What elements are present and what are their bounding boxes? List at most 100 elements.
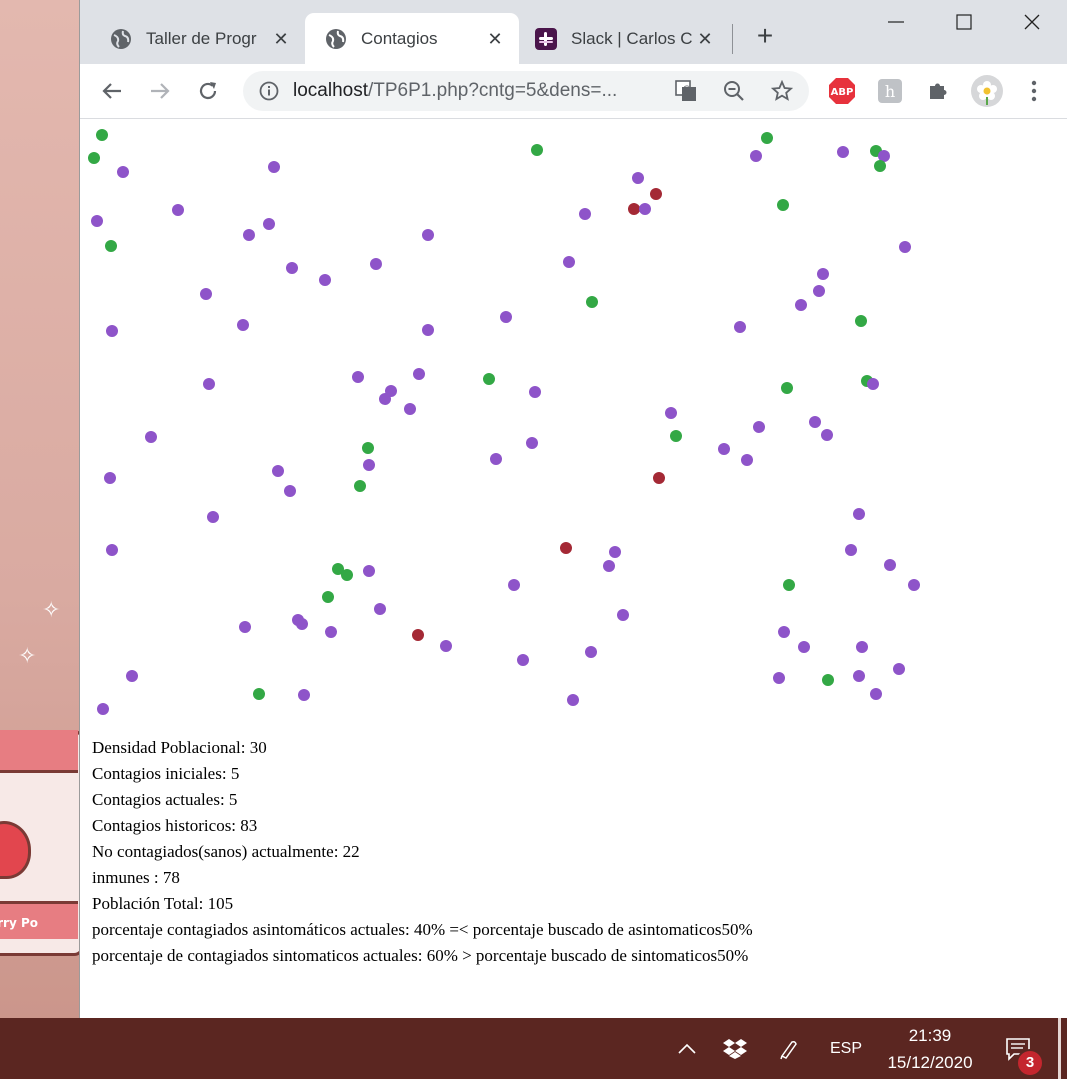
stat-poblacion-total: Población Total: 105 xyxy=(92,894,234,913)
person-dot-sano xyxy=(352,371,364,383)
bookmark-button[interactable] xyxy=(767,76,797,106)
person-dot-inmune xyxy=(96,129,108,141)
menu-kebab-icon xyxy=(1031,80,1037,102)
zoom-button[interactable] xyxy=(719,76,749,106)
person-dot-sano xyxy=(200,288,212,300)
extensions-button[interactable] xyxy=(923,76,953,106)
show-hidden-icons-button[interactable] xyxy=(670,1018,704,1079)
person-dot-sano xyxy=(145,431,157,443)
zoom-out-icon xyxy=(724,81,744,101)
person-dot-sano xyxy=(490,453,502,465)
tab-separator xyxy=(732,24,733,54)
stat-densidad: Densidad Poblacional: 30 xyxy=(92,738,267,757)
translate-button[interactable]: G xyxy=(671,76,701,106)
sparkle-icon: ✧ xyxy=(18,644,37,669)
person-dot-inmune xyxy=(586,296,598,308)
taskbar-clock[interactable]: 21:39 15/12/2020 xyxy=(876,1018,984,1079)
person-dot-inmune xyxy=(531,144,543,156)
person-dot-sano xyxy=(867,378,879,390)
person-dot-sano xyxy=(413,368,425,380)
person-dot-sano xyxy=(126,670,138,682)
person-dot-sano xyxy=(567,694,579,706)
person-dot-sano xyxy=(884,559,896,571)
person-dot-contagiado xyxy=(650,188,662,200)
person-dot-sano xyxy=(296,618,308,630)
honey-extension-button[interactable]: h xyxy=(875,76,905,106)
person-dot-sano xyxy=(268,161,280,173)
person-dot-sano xyxy=(609,546,621,558)
person-dot-inmune xyxy=(874,160,886,172)
show-desktop-button[interactable] xyxy=(1058,1018,1061,1079)
simulation-canvas xyxy=(88,129,920,715)
url-text[interactable]: localhost/TP6P1.php?cntg=5&dens=... xyxy=(293,71,623,111)
person-dot-sano xyxy=(286,262,298,274)
minimize-button[interactable] xyxy=(862,0,930,44)
info-icon[interactable] xyxy=(259,81,279,101)
stat-sintomaticos: porcentaje de contagiados sintomaticos a… xyxy=(92,946,749,965)
person-dot-inmune xyxy=(783,579,795,591)
person-dot-sano xyxy=(508,579,520,591)
person-dot-sano xyxy=(363,565,375,577)
adblock-button[interactable]: ABP xyxy=(827,76,857,106)
maximize-button[interactable] xyxy=(930,0,998,44)
person-dot-sano xyxy=(632,172,644,184)
person-dot-inmune xyxy=(777,199,789,211)
profile-avatar-button[interactable] xyxy=(970,74,1004,108)
person-dot-sano xyxy=(526,437,538,449)
browser-menu-button[interactable] xyxy=(1019,76,1049,106)
person-dot-sano xyxy=(117,166,129,178)
person-dot-sano xyxy=(718,443,730,455)
reload-button[interactable] xyxy=(190,73,226,109)
person-dot-sano xyxy=(272,465,284,477)
adblock-icon: ABP xyxy=(829,78,855,104)
url-host: localhost xyxy=(293,80,368,101)
person-dot-sano xyxy=(893,663,905,675)
person-dot-sano xyxy=(813,285,825,297)
person-dot-contagiado xyxy=(560,542,572,554)
person-dot-sano xyxy=(440,640,452,652)
adblock-label: ABP xyxy=(831,87,854,98)
tab-taller[interactable]: Taller de Progr ✕ xyxy=(80,13,305,64)
browser-toolbar: localhost/TP6P1.php?cntg=5&dens=... G AB… xyxy=(80,64,1067,119)
person-dot-sano xyxy=(908,579,920,591)
person-dot-sano xyxy=(517,654,529,666)
person-dot-sano xyxy=(237,319,249,331)
person-dot-inmune xyxy=(105,240,117,252)
tab-contagios[interactable]: Contagios ✕ xyxy=(305,13,519,64)
close-icon[interactable]: ✕ xyxy=(485,29,505,49)
back-button[interactable] xyxy=(94,73,130,109)
close-window-button[interactable] xyxy=(998,0,1066,44)
person-dot-sano xyxy=(665,407,677,419)
person-dot-inmune xyxy=(483,373,495,385)
person-dot-sano xyxy=(374,603,386,615)
pen-tray-button[interactable] xyxy=(772,1018,806,1079)
forward-button[interactable] xyxy=(142,73,178,109)
address-bar[interactable]: localhost/TP6P1.php?cntg=5&dens=... G xyxy=(243,71,809,111)
new-tab-button[interactable]: + xyxy=(751,22,779,50)
language-indicator[interactable]: ESP xyxy=(824,1018,868,1079)
person-dot-sano xyxy=(422,229,434,241)
person-dot-inmune xyxy=(822,674,834,686)
person-dot-sano xyxy=(585,646,597,658)
page-viewport: Densidad Poblacional: 30 Contagios inici… xyxy=(80,119,1067,1018)
person-dot-sano xyxy=(795,299,807,311)
maximize-icon xyxy=(956,14,972,30)
minimize-icon xyxy=(888,21,904,23)
close-icon[interactable]: ✕ xyxy=(695,29,715,49)
person-dot-sano xyxy=(837,146,849,158)
reload-icon xyxy=(199,82,217,100)
tab-slack[interactable]: Slack | Carlos C ✕ xyxy=(519,13,729,64)
close-icon[interactable]: ✕ xyxy=(271,29,291,49)
person-dot-inmune xyxy=(341,569,353,581)
person-dot-sano xyxy=(106,544,118,556)
person-dot-sano xyxy=(207,511,219,523)
puzzle-icon xyxy=(930,83,947,99)
avatar xyxy=(971,75,1003,107)
svg-text:G: G xyxy=(683,85,690,95)
tab-label: Slack | Carlos C xyxy=(571,28,693,48)
dropbox-tray-button[interactable] xyxy=(718,1018,752,1079)
url-path: /TP6P1.php?cntg=5&dens=... xyxy=(368,80,618,101)
tab-label: Contagios xyxy=(361,28,438,48)
close-icon xyxy=(1024,14,1040,30)
strawberry-milk-illustration: erry Po xyxy=(0,730,84,956)
